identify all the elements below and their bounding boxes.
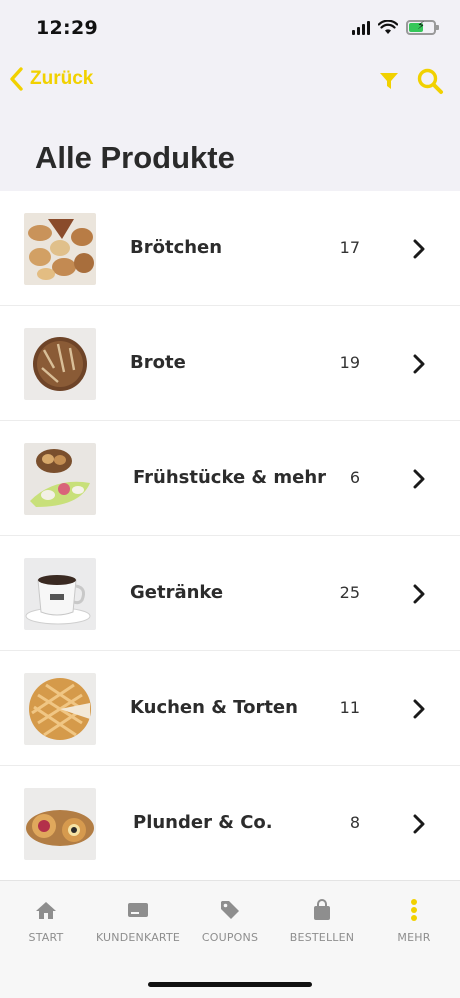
chevron-right-icon	[413, 814, 425, 834]
list-item-getraenke[interactable]: Getränke 25	[0, 536, 460, 651]
item-count: 19	[339, 353, 360, 372]
tab-label: BESTELLEN	[289, 931, 355, 944]
battery-icon: ⚡	[406, 19, 439, 35]
tab-bar: START KUNDENKARTE COUPONS BESTELLEN MEHR	[0, 880, 460, 998]
more-icon	[411, 899, 417, 921]
list-item-kuchen[interactable]: Kuchen & Torten 11	[0, 651, 460, 766]
chevron-right-icon	[413, 239, 425, 259]
nav-bar: Zurück	[0, 60, 460, 108]
item-label: Plunder & Co.	[133, 812, 273, 833]
brote-image	[24, 328, 96, 400]
bag-icon	[314, 899, 330, 920]
list-item-plunder[interactable]: Plunder & Co. 8	[0, 766, 460, 881]
back-label: Zurück	[30, 68, 94, 89]
item-label: Kuchen & Torten	[130, 697, 298, 718]
status-bar: 12:29 ⚡	[0, 0, 460, 60]
chevron-right-icon	[413, 584, 425, 604]
plunder-image	[24, 788, 96, 860]
item-count: 25	[339, 583, 360, 602]
tab-bestellen[interactable]: BESTELLEN	[276, 897, 368, 944]
list-item-fruehstuecke[interactable]: Frühstücke & mehr 6	[0, 421, 460, 536]
chevron-left-icon	[10, 67, 23, 91]
item-label: Frühstücke & mehr	[133, 467, 327, 488]
page-title: Alle Produkte	[35, 140, 235, 175]
signal-icon	[352, 20, 370, 35]
tab-label: KUNDENKARTE	[95, 931, 181, 944]
tab-label: START	[28, 931, 64, 944]
tab-start[interactable]: START	[0, 897, 92, 944]
item-label: Brote	[130, 352, 186, 373]
tab-label: MEHR	[397, 931, 431, 944]
filter-icon[interactable]	[378, 70, 400, 92]
item-count: 11	[339, 698, 360, 717]
category-list: Brötchen 17 Brote 19 Frühstücke & mehr 6…	[0, 191, 460, 881]
broetchen-image	[24, 213, 96, 285]
list-item-brote[interactable]: Brote 19	[0, 306, 460, 421]
fruehstueck-image	[24, 443, 96, 515]
item-count: 17	[339, 238, 360, 257]
tab-kundenkarte[interactable]: KUNDENKARTE	[92, 897, 184, 944]
wifi-icon	[378, 20, 398, 34]
chevron-right-icon	[413, 699, 425, 719]
tag-icon	[221, 901, 239, 919]
item-label: Brötchen	[130, 237, 223, 258]
status-time: 12:29	[36, 17, 98, 39]
card-icon	[128, 903, 148, 917]
item-label: Getränke	[130, 582, 224, 603]
list-item-broetchen[interactable]: Brötchen 17	[0, 191, 460, 306]
status-icons: ⚡	[352, 19, 439, 35]
home-icon	[36, 902, 56, 919]
home-indicator	[148, 982, 312, 987]
getraenke-image	[24, 558, 96, 630]
chevron-right-icon	[413, 469, 425, 489]
item-count: 6	[349, 468, 360, 487]
tab-mehr[interactable]: MEHR	[368, 897, 460, 944]
chevron-right-icon	[413, 354, 425, 374]
tab-coupons[interactable]: COUPONS	[184, 897, 276, 944]
kuchen-image	[24, 673, 96, 745]
back-button[interactable]: Zurück	[8, 66, 93, 92]
tab-label: COUPONS	[201, 931, 259, 944]
search-icon[interactable]	[416, 67, 444, 95]
item-count: 8	[349, 813, 360, 832]
